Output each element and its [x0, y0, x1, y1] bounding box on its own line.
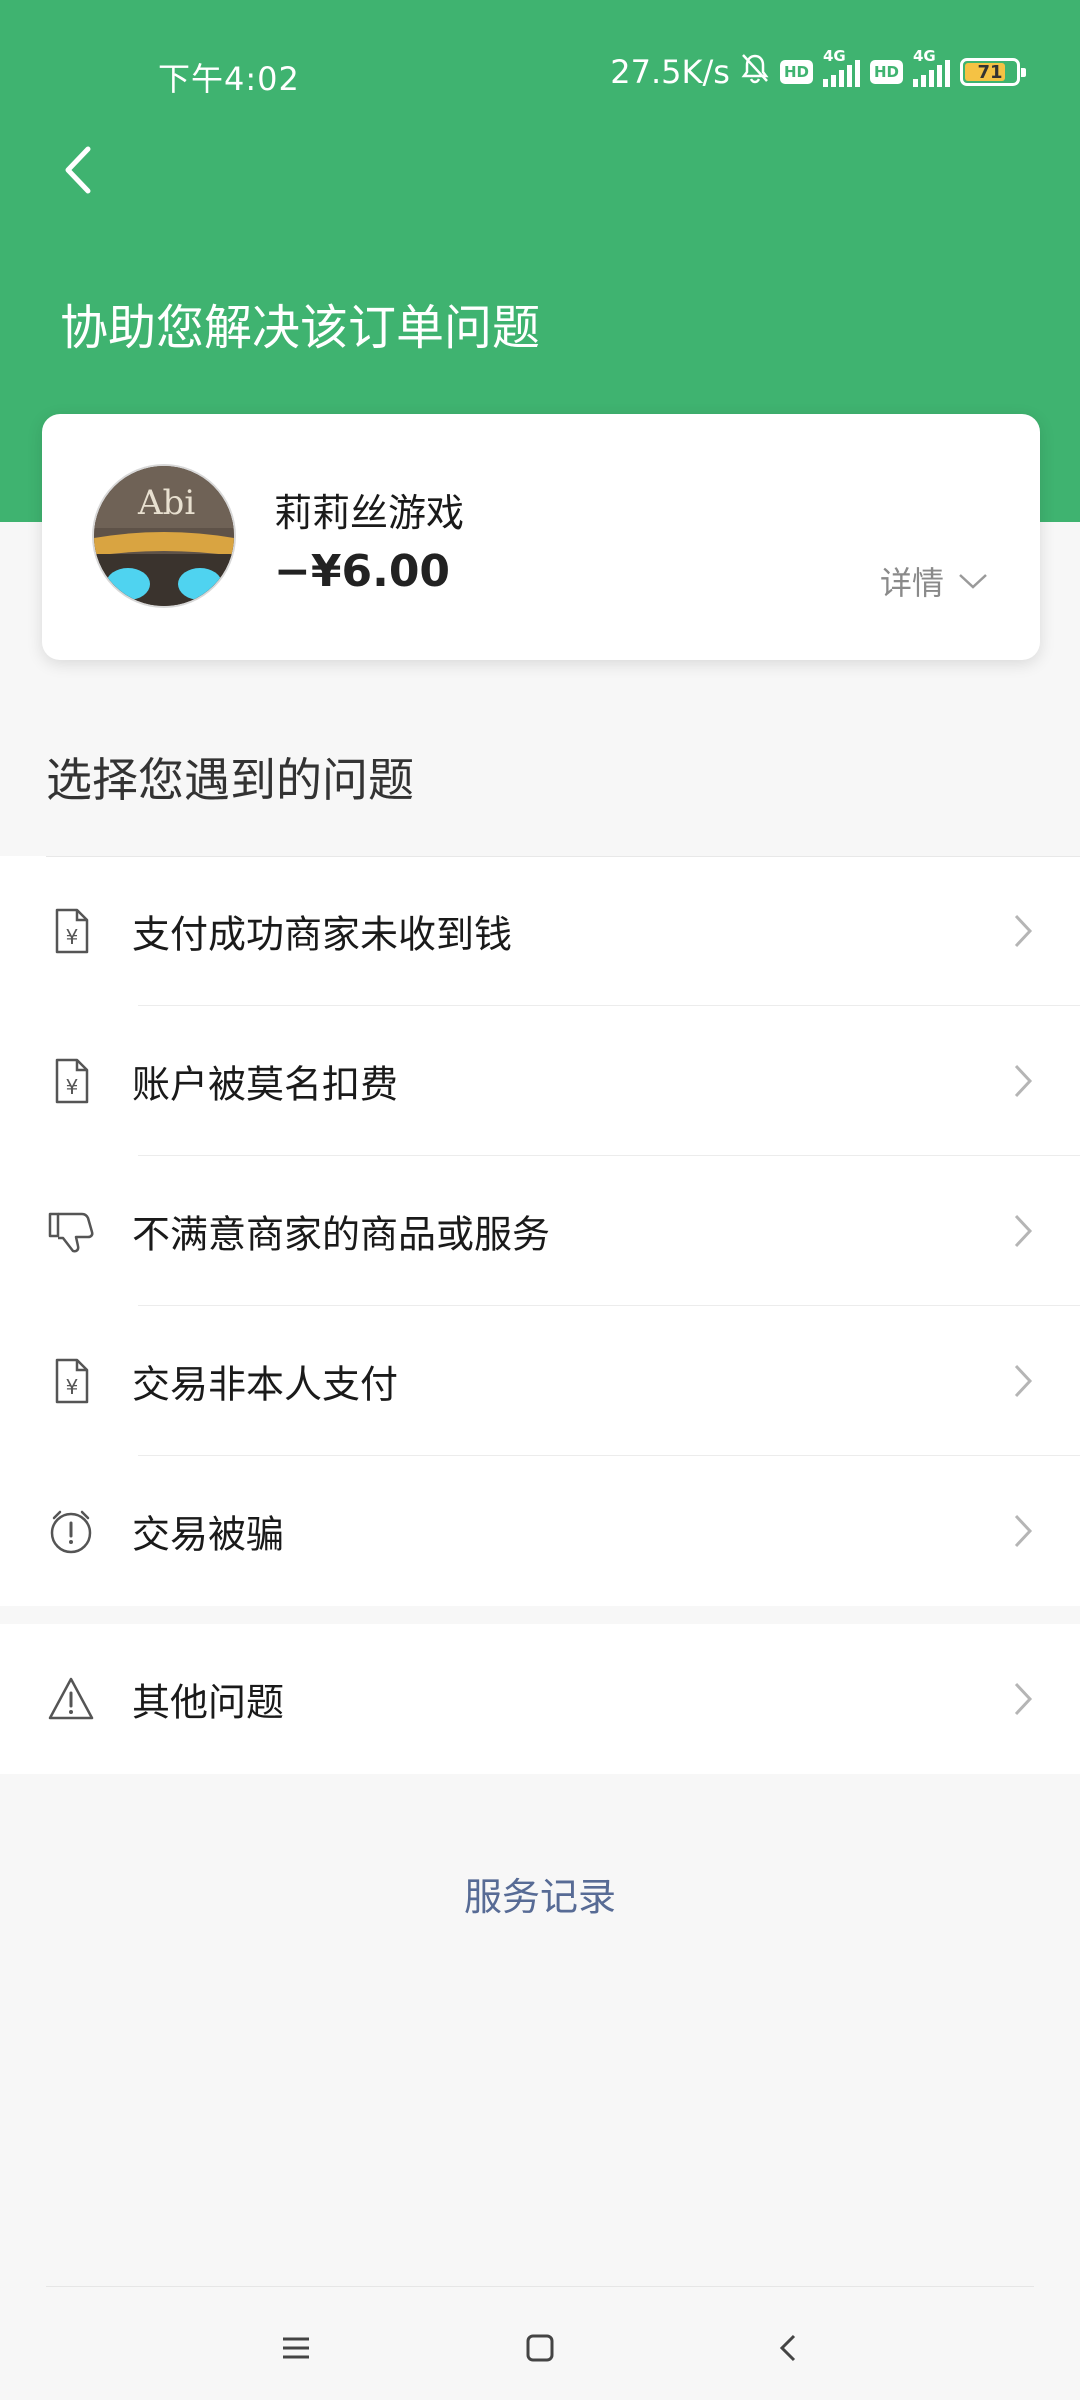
hd-badge-2: HD: [869, 60, 903, 84]
page-title: 协助您解决该订单问题: [60, 300, 541, 356]
chevron-right-icon: [1014, 1064, 1033, 1098]
chevron-left-icon: [779, 2334, 796, 2362]
service-record-link[interactable]: 服务记录: [0, 1866, 1080, 1921]
order-card: Abi 莉莉丝游戏 −¥6.00 详情: [42, 414, 1040, 660]
chevron-right-icon: [1014, 1214, 1033, 1248]
mute-bell-icon: [740, 52, 770, 92]
problem-item-other[interactable]: 其他问题: [0, 1624, 1080, 1774]
status-bar: 下午4:02 27.5K/s HD 4G HD 4G 71: [0, 0, 1080, 150]
detail-toggle[interactable]: 详情: [880, 558, 988, 604]
system-nav-bar: [0, 2290, 1080, 2400]
chevron-right-icon: [1014, 1682, 1033, 1716]
section-title: 选择您遇到的问题: [46, 753, 414, 807]
chevron-right-icon: [1014, 914, 1033, 948]
status-indicators: 27.5K/s HD 4G HD 4G 71: [610, 47, 1026, 94]
alarm-alert-icon: [50, 1510, 92, 1554]
detail-label: 详情: [879, 564, 944, 602]
merchant-name: 莉莉丝游戏: [274, 491, 465, 535]
yuan-document-icon: ¥: [55, 1358, 89, 1404]
svg-text:Abi: Abi: [137, 483, 195, 523]
svg-text:¥: ¥: [66, 1075, 79, 1099]
chevron-right-icon: [1014, 1514, 1033, 1548]
svg-text:¥: ¥: [66, 925, 79, 949]
status-time: 下午4:02: [158, 60, 300, 98]
problem-label: 其他问题: [132, 1680, 285, 1725]
home-square-icon: [526, 2334, 554, 2362]
other-problem-block: 其他问题: [0, 1624, 1080, 1774]
menu-icon: [283, 2337, 309, 2359]
problem-item-not-self-payment[interactable]: ¥ 交易非本人支付: [0, 1306, 1080, 1456]
chevron-right-icon: [1014, 1364, 1033, 1398]
battery-level: 71: [977, 61, 1003, 83]
problem-label: 账户被莫名扣费: [132, 1062, 399, 1107]
problem-label: 支付成功商家未收到钱: [132, 912, 513, 957]
yuan-document-icon: ¥: [55, 908, 89, 954]
chevron-down-icon: [959, 574, 987, 589]
nav-menu-button[interactable]: [266, 2318, 326, 2378]
warning-triangle-icon: [48, 1677, 94, 1720]
nav-home-button[interactable]: [510, 2318, 570, 2378]
merchant-avatar: Abi: [94, 466, 234, 606]
problem-item-unknown-charge[interactable]: ¥ 账户被莫名扣费: [0, 1006, 1080, 1156]
nav-back-button[interactable]: [758, 2318, 818, 2378]
problem-label: 不满意商家的商品或服务: [132, 1212, 551, 1257]
hd-badge-1: HD: [779, 60, 813, 84]
battery-icon: 71: [960, 58, 1026, 86]
problem-item-unsatisfied-service[interactable]: 不满意商家的商品或服务: [0, 1156, 1080, 1306]
signal-icon-1: 4G: [822, 47, 860, 87]
network-speed: 27.5K/s: [610, 53, 730, 91]
problem-label: 交易非本人支付: [132, 1362, 399, 1407]
nav-divider: [46, 2286, 1034, 2287]
thumbs-down-icon: [48, 1212, 94, 1253]
problem-label: 交易被骗: [132, 1512, 285, 1557]
problem-list: ¥ 支付成功商家未收到钱 ¥ 账户被莫名扣费 不满意商家的商品或服务 ¥ 交易非…: [0, 856, 1080, 1606]
yuan-document-icon: ¥: [55, 1058, 89, 1104]
signal-icon-2: 4G: [913, 47, 950, 87]
chevron-left-icon: [65, 146, 91, 194]
order-amount: −¥6.00: [274, 546, 451, 597]
problem-item-scammed[interactable]: 交易被骗: [0, 1456, 1080, 1606]
back-button[interactable]: [48, 140, 108, 200]
problem-item-payment-not-received[interactable]: ¥ 支付成功商家未收到钱: [0, 856, 1080, 1006]
svg-text:¥: ¥: [66, 1375, 79, 1399]
